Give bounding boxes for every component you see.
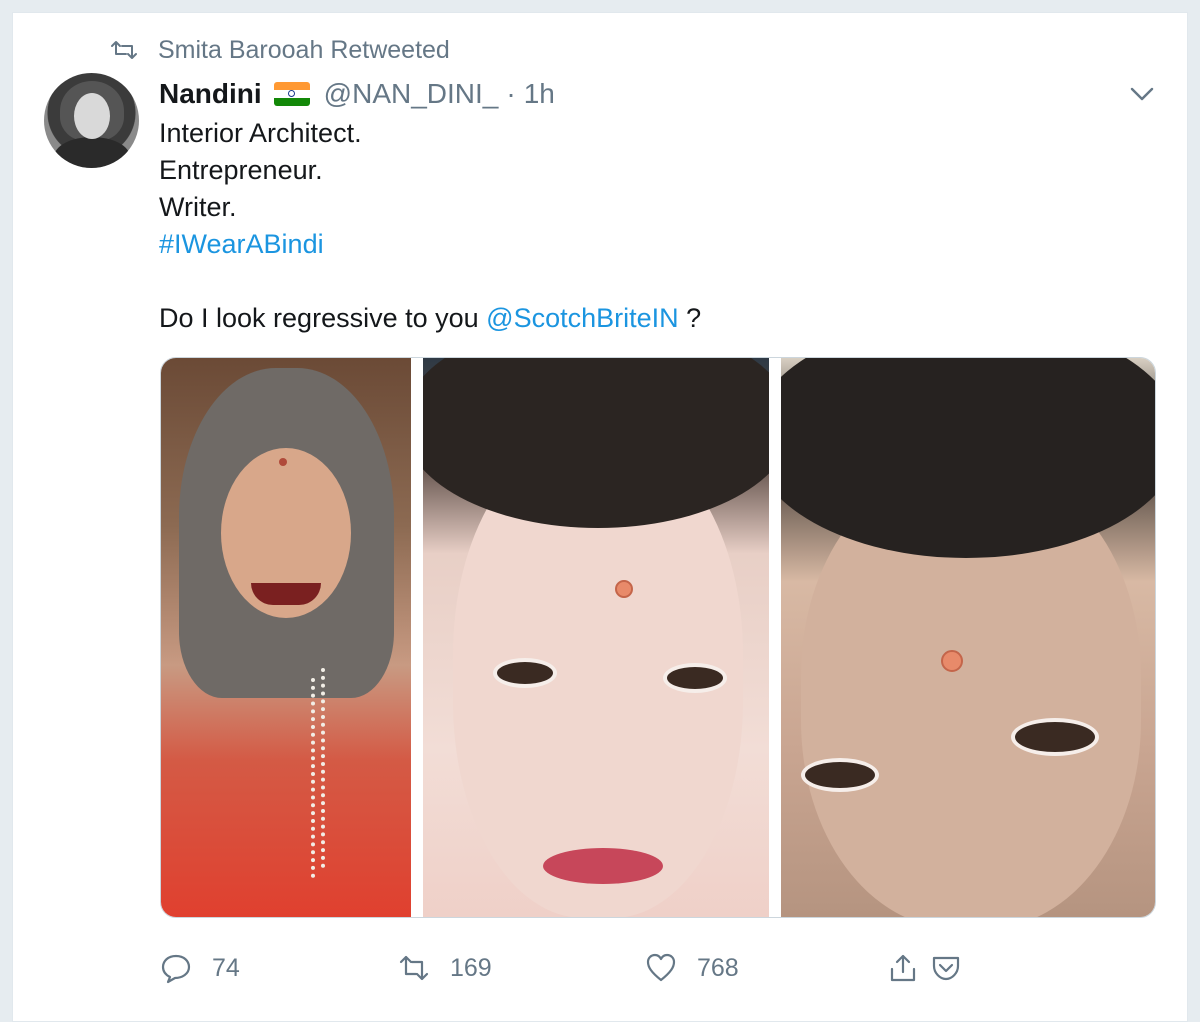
- tweet-line-2: Entrepreneur.: [159, 155, 323, 185]
- tweet-timestamp[interactable]: 1h: [524, 78, 555, 110]
- author-name[interactable]: Nandini: [159, 78, 262, 110]
- media-grid[interactable]: [160, 357, 1156, 918]
- heart-icon: [646, 953, 676, 982]
- separator-dot: ·: [506, 78, 516, 109]
- reply-icon: [161, 954, 191, 984]
- retweet-count: 169: [450, 953, 492, 982]
- reply-button[interactable]: 74: [160, 952, 240, 984]
- like-count: 768: [697, 953, 739, 982]
- mention-link[interactable]: @ScotchBriteIN: [486, 303, 678, 333]
- tweet-line-3: Writer.: [159, 192, 237, 222]
- retweet-button[interactable]: 169: [398, 952, 492, 984]
- tweet-line-1: Interior Architect.: [159, 118, 362, 148]
- photo-2[interactable]: [423, 358, 769, 917]
- tweet-header: Nandini @NAN_DINI_ · 1h: [159, 74, 555, 114]
- chevron-down-icon[interactable]: [1128, 80, 1156, 108]
- photo-3[interactable]: [781, 358, 1155, 917]
- author-handle[interactable]: @NAN_DINI_: [324, 78, 499, 110]
- save-to-pocket-button[interactable]: [930, 952, 982, 984]
- tweet-text: Interior Architect. Entrepreneur. Writer…: [159, 115, 701, 337]
- reply-count: 74: [212, 953, 240, 982]
- retweet-icon: [399, 955, 429, 981]
- retweet-icon: [111, 41, 137, 59]
- india-flag-icon: [273, 82, 310, 106]
- like-button[interactable]: 768: [645, 952, 739, 984]
- retweet-context: Smita Barooah Retweeted: [110, 34, 450, 66]
- pocket-icon: [932, 956, 960, 981]
- question-suffix: ?: [678, 303, 702, 333]
- photo-1[interactable]: [161, 358, 411, 917]
- retweeted-by-label[interactable]: Smita Barooah Retweeted: [158, 36, 450, 65]
- author-avatar[interactable]: [44, 73, 139, 168]
- question-prefix: Do I look regressive to you: [159, 303, 487, 333]
- hashtag-link[interactable]: #IWearABindi: [159, 226, 701, 263]
- tweet-actions: 74 169 768: [160, 952, 980, 992]
- tweet-question: Do I look regressive to you @ScotchBrite…: [159, 300, 701, 337]
- share-icon: [890, 954, 916, 982]
